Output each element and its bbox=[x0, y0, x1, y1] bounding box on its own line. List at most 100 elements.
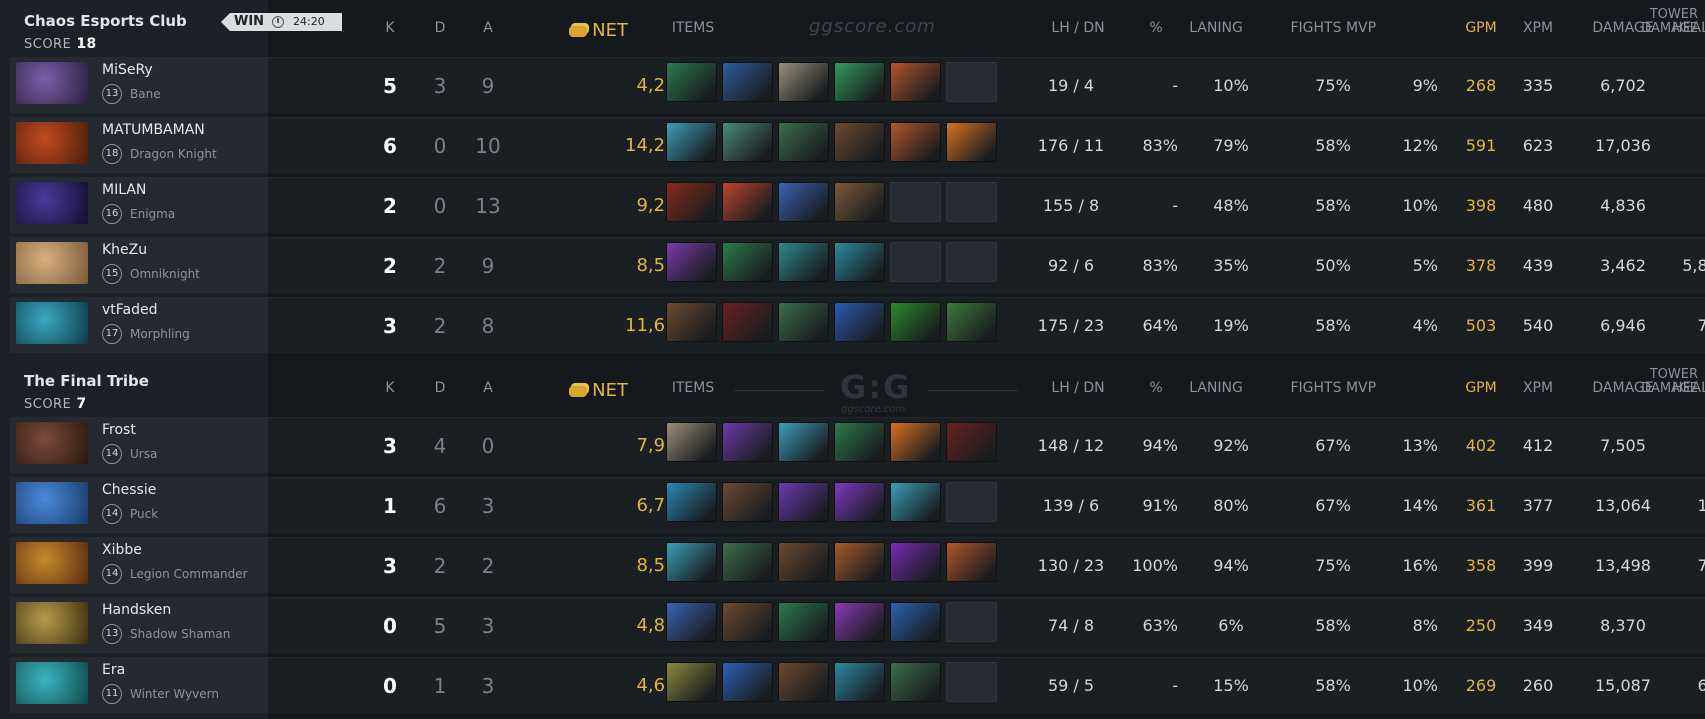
item-icon[interactable] bbox=[834, 122, 885, 162]
item-icon[interactable] bbox=[722, 482, 773, 522]
hero-portrait[interactable] bbox=[16, 182, 88, 224]
hero-portrait[interactable] bbox=[16, 422, 88, 464]
item-icon[interactable] bbox=[666, 62, 717, 102]
item-icon[interactable] bbox=[834, 542, 885, 582]
header-lh-dn[interactable]: LH / DN bbox=[1028, 20, 1128, 36]
item-icon[interactable] bbox=[890, 662, 941, 702]
item-icon[interactable] bbox=[778, 662, 829, 702]
header-tower-damage[interactable]: TOWER DAMAGE bbox=[1628, 8, 1698, 36]
player-name[interactable]: Era bbox=[102, 662, 125, 678]
item-icon[interactable] bbox=[778, 182, 829, 222]
header-k[interactable]: K bbox=[378, 20, 402, 36]
item-icon[interactable] bbox=[778, 602, 829, 642]
item-icon[interactable] bbox=[722, 662, 773, 702]
item-icon[interactable] bbox=[722, 302, 773, 342]
item-icon[interactable] bbox=[834, 602, 885, 642]
item-icon[interactable] bbox=[890, 422, 941, 462]
item-icon[interactable] bbox=[834, 242, 885, 282]
item-icon[interactable] bbox=[834, 302, 885, 342]
item-icon[interactable] bbox=[890, 122, 941, 162]
header-laning[interactable]: LANING bbox=[1176, 20, 1256, 36]
player-card[interactable]: MILAN 16 Enigma bbox=[10, 177, 268, 233]
hero-portrait[interactable] bbox=[16, 542, 88, 584]
player-name[interactable]: MiSeRy bbox=[102, 62, 153, 78]
item-icon[interactable] bbox=[666, 422, 717, 462]
item-icon[interactable] bbox=[778, 62, 829, 102]
item-icon[interactable] bbox=[834, 662, 885, 702]
header-pct[interactable]: % bbox=[1136, 20, 1176, 36]
header-d[interactable]: D bbox=[428, 20, 452, 36]
player-name[interactable]: MATUMBAMAN bbox=[102, 122, 205, 138]
team-name[interactable]: The Final Tribe bbox=[24, 372, 149, 390]
item-icon[interactable] bbox=[722, 62, 773, 102]
item-icon[interactable] bbox=[946, 122, 997, 162]
item-icon[interactable] bbox=[834, 182, 885, 222]
item-icon[interactable] bbox=[722, 242, 773, 282]
item-icon[interactable] bbox=[666, 662, 717, 702]
item-icon[interactable] bbox=[722, 422, 773, 462]
item-icon[interactable] bbox=[778, 242, 829, 282]
item-icon[interactable] bbox=[666, 122, 717, 162]
player-card[interactable]: Frost 14 Ursa bbox=[10, 417, 268, 473]
item-icon[interactable] bbox=[778, 122, 829, 162]
player-card[interactable]: KheZu 15 Omniknight bbox=[10, 237, 268, 293]
item-icon[interactable] bbox=[834, 62, 885, 102]
player-name[interactable]: vtFaded bbox=[102, 302, 158, 318]
hero-portrait[interactable] bbox=[16, 302, 88, 344]
item-icon[interactable] bbox=[722, 542, 773, 582]
player-name[interactable]: Frost bbox=[102, 422, 136, 438]
item-icon[interactable] bbox=[890, 62, 941, 102]
hero-portrait[interactable] bbox=[16, 662, 88, 704]
player-name[interactable]: MILAN bbox=[102, 182, 146, 198]
item-icon[interactable] bbox=[722, 122, 773, 162]
header-laning[interactable]: LANING bbox=[1176, 380, 1256, 396]
hero-portrait[interactable] bbox=[16, 602, 88, 644]
player-card[interactable]: Era 11 Winter Wyvern bbox=[10, 657, 268, 713]
header-net[interactable]: NET bbox=[538, 20, 628, 41]
item-icon[interactable] bbox=[890, 602, 941, 642]
header-mvp[interactable]: MVP bbox=[1326, 380, 1396, 396]
hero-portrait[interactable] bbox=[16, 62, 88, 104]
item-icon[interactable] bbox=[778, 302, 829, 342]
item-icon[interactable] bbox=[666, 602, 717, 642]
player-card[interactable]: MATUMBAMAN 18 Dragon Knight bbox=[10, 117, 268, 173]
player-card[interactable]: Handsken 13 Shadow Shaman bbox=[10, 597, 268, 653]
item-icon[interactable] bbox=[666, 182, 717, 222]
player-card[interactable]: vtFaded 17 Morphling bbox=[10, 297, 268, 353]
player-card[interactable]: Xibbe 14 Legion Commander bbox=[10, 537, 268, 593]
item-icon[interactable] bbox=[778, 422, 829, 462]
header-d[interactable]: D bbox=[428, 380, 452, 396]
item-icon[interactable] bbox=[890, 302, 941, 342]
player-name[interactable]: Handsken bbox=[102, 602, 171, 618]
header-mvp[interactable]: MVP bbox=[1326, 20, 1396, 36]
item-icon[interactable] bbox=[722, 182, 773, 222]
item-icon[interactable] bbox=[890, 542, 941, 582]
item-icon[interactable] bbox=[834, 482, 885, 522]
header-tower-damage[interactable]: TOWER DAMAGE bbox=[1628, 368, 1698, 396]
player-name[interactable]: Chessie bbox=[102, 482, 156, 498]
item-icon[interactable] bbox=[722, 602, 773, 642]
item-icon[interactable] bbox=[666, 482, 717, 522]
item-icon[interactable] bbox=[778, 482, 829, 522]
header-a[interactable]: A bbox=[473, 20, 503, 36]
item-icon[interactable] bbox=[778, 542, 829, 582]
item-icon[interactable] bbox=[946, 422, 997, 462]
header-net[interactable]: NET bbox=[538, 380, 628, 401]
hero-portrait[interactable] bbox=[16, 482, 88, 524]
hero-portrait[interactable] bbox=[16, 242, 88, 284]
item-icon[interactable] bbox=[666, 302, 717, 342]
header-lh-dn[interactable]: LH / DN bbox=[1028, 380, 1128, 396]
player-card[interactable]: MiSeRy 13 Bane bbox=[10, 57, 268, 113]
hero-portrait[interactable] bbox=[16, 122, 88, 164]
item-icon[interactable] bbox=[890, 482, 941, 522]
player-name[interactable]: Xibbe bbox=[102, 542, 142, 558]
header-pct[interactable]: % bbox=[1136, 380, 1176, 396]
item-icon[interactable] bbox=[666, 542, 717, 582]
player-card[interactable]: Chessie 14 Puck bbox=[10, 477, 268, 533]
header-k[interactable]: K bbox=[378, 380, 402, 396]
item-icon[interactable] bbox=[834, 422, 885, 462]
team-name[interactable]: Chaos Esports Club bbox=[24, 12, 187, 30]
player-name[interactable]: KheZu bbox=[102, 242, 147, 258]
item-icon[interactable] bbox=[946, 542, 997, 582]
header-a[interactable]: A bbox=[473, 380, 503, 396]
